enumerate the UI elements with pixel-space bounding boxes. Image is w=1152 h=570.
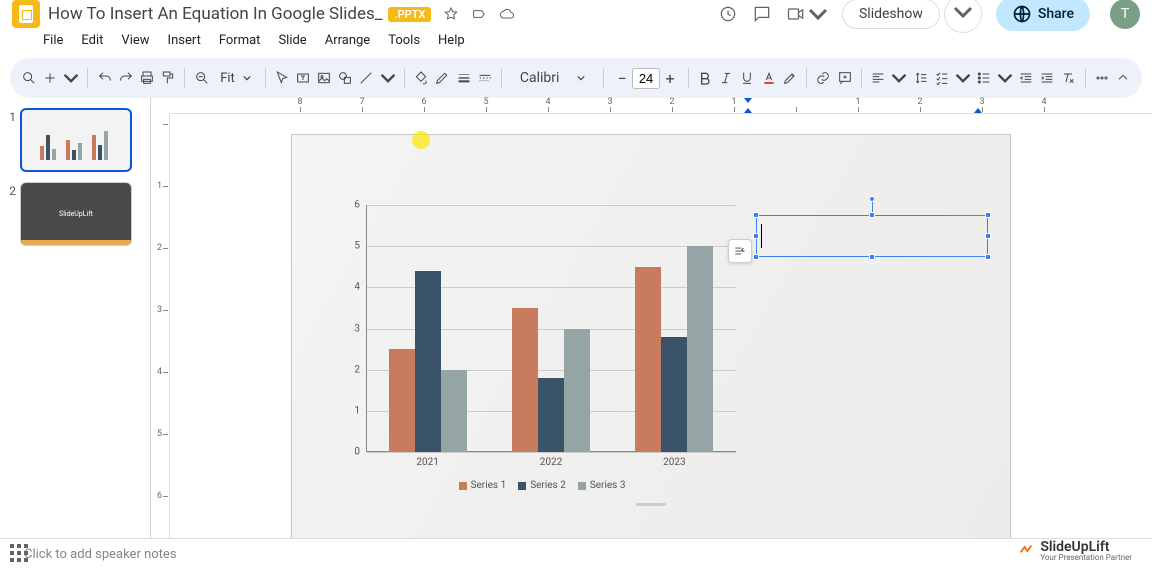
grid-view-icon[interactable] [10,544,28,562]
text-color-button[interactable] [760,65,777,91]
shape-tool[interactable] [337,65,354,91]
slideshow-dropdown[interactable] [944,0,982,33]
search-menus-icon[interactable] [20,65,37,91]
textbox-tool[interactable] [295,65,312,91]
slide-canvas[interactable]: Series 1Series 2Series 3 012345620212022… [291,134,1011,538]
resize-handle-br[interactable] [985,254,991,260]
undo-button[interactable] [96,65,113,91]
history-icon[interactable] [718,4,738,24]
resize-handle-mr[interactable] [985,233,991,239]
horizontal-ruler[interactable]: 876543211234 [170,98,1152,114]
thumbnail-1[interactable] [20,108,132,172]
bulleted-list-button[interactable] [975,65,992,91]
thumbnail-panel: 1 2 SlideUpLift [0,98,150,538]
toolbar: Fit Calibri − + [10,58,1142,98]
speaker-notes[interactable]: Click to add speaker notes [0,538,1152,570]
font-size-control: − + [612,68,680,89]
thumbnail-2[interactable]: SlideUpLift [20,182,132,246]
thumb-number: 2 [6,184,16,198]
comments-icon[interactable] [752,4,772,24]
font-size-input[interactable] [632,68,660,89]
paint-format-button[interactable] [159,65,176,91]
bulleted-list-dropdown[interactable] [996,65,1013,91]
new-slide-dropdown[interactable] [62,65,79,91]
align-dropdown[interactable] [891,65,908,91]
canvas-area: 876543211234 123456 Series 1Series 2Seri… [150,98,1152,538]
italic-button[interactable] [718,65,735,91]
line-dropdown[interactable] [379,65,396,91]
main-workspace: 1 2 SlideUpLift 876543211234 123456 [0,98,1152,538]
resize-handle-bl[interactable] [753,254,759,260]
star-icon[interactable] [443,6,459,22]
menu-insert[interactable]: Insert [161,31,208,50]
slideshow-button[interactable]: Slideshow [842,0,940,29]
image-tool[interactable] [316,65,333,91]
font-size-increase[interactable]: + [660,69,680,88]
border-dash-button[interactable] [476,65,493,91]
cloud-icon[interactable] [499,6,515,22]
rotation-handle[interactable] [869,196,875,202]
menu-help[interactable]: Help [431,31,472,50]
text-cursor [761,224,762,248]
fill-color-button[interactable] [413,65,430,91]
resize-handle-bm[interactable] [869,254,875,260]
line-tool[interactable] [358,65,375,91]
text-wrap-icon[interactable] [728,239,752,263]
menu-view[interactable]: View [114,31,156,50]
bold-button[interactable] [697,65,714,91]
pptx-badge: .PPTX [388,7,431,22]
resize-handle-ml[interactable] [753,233,759,239]
meet-icon[interactable] [786,4,828,24]
resize-handle-tr[interactable] [985,212,991,218]
watermark-logo: SlideUpLift Your Presentation Partner [1018,539,1132,562]
title-bar: How To Insert An Equation In Google Slid… [0,0,1152,28]
slide-viewport[interactable]: Series 1Series 2Series 3 012345620212022… [150,114,1152,538]
cursor-highlight [412,131,430,149]
document-title[interactable]: How To Insert An Equation In Google Slid… [48,4,382,24]
resize-handle-tl[interactable] [753,212,759,218]
menu-tools[interactable]: Tools [381,31,427,50]
new-slide-button[interactable] [41,65,58,91]
link-button[interactable] [815,65,832,91]
redo-button[interactable] [117,65,134,91]
underline-button[interactable] [739,65,756,91]
notes-resize-handle[interactable] [636,503,666,506]
indent-increase-button[interactable] [1039,65,1056,91]
border-color-button[interactable] [434,65,451,91]
font-select[interactable]: Calibri [510,68,596,88]
menu-edit[interactable]: Edit [74,31,110,50]
slides-logo[interactable] [12,0,40,28]
font-size-decrease[interactable]: − [612,69,632,88]
align-button[interactable] [870,65,887,91]
thumb-number: 1 [6,110,16,124]
share-button[interactable]: Share [996,0,1090,31]
line-spacing-button[interactable] [912,65,929,91]
resize-handle-tm[interactable] [869,212,875,218]
menu-format[interactable]: Format [212,31,268,50]
chart-object[interactable]: Series 1Series 2Series 3 012345620212022… [332,205,752,495]
zoom-select[interactable]: Fit [214,69,257,88]
vertical-ruler[interactable]: 123456 [154,114,170,538]
more-button[interactable] [1094,65,1111,91]
account-avatar[interactable]: T [1110,0,1140,29]
selected-textbox[interactable] [756,215,988,257]
collapse-toolbar-button[interactable] [1115,65,1132,91]
border-weight-button[interactable] [455,65,472,91]
clear-formatting-button[interactable] [1060,65,1077,91]
menu-arrange[interactable]: Arrange [318,31,377,50]
indent-decrease-button[interactable] [1018,65,1035,91]
move-icon[interactable] [471,6,487,22]
select-tool[interactable] [273,65,290,91]
highlight-button[interactable] [781,65,798,91]
checklist-button[interactable] [933,65,950,91]
speaker-notes-placeholder: Click to add speaker notes [24,547,177,562]
zoom-out-button[interactable] [193,65,210,91]
print-button[interactable] [138,65,155,91]
comment-button[interactable] [836,65,853,91]
menu-slide[interactable]: Slide [271,31,313,50]
checklist-dropdown[interactable] [954,65,971,91]
menu-file[interactable]: File [36,31,70,50]
